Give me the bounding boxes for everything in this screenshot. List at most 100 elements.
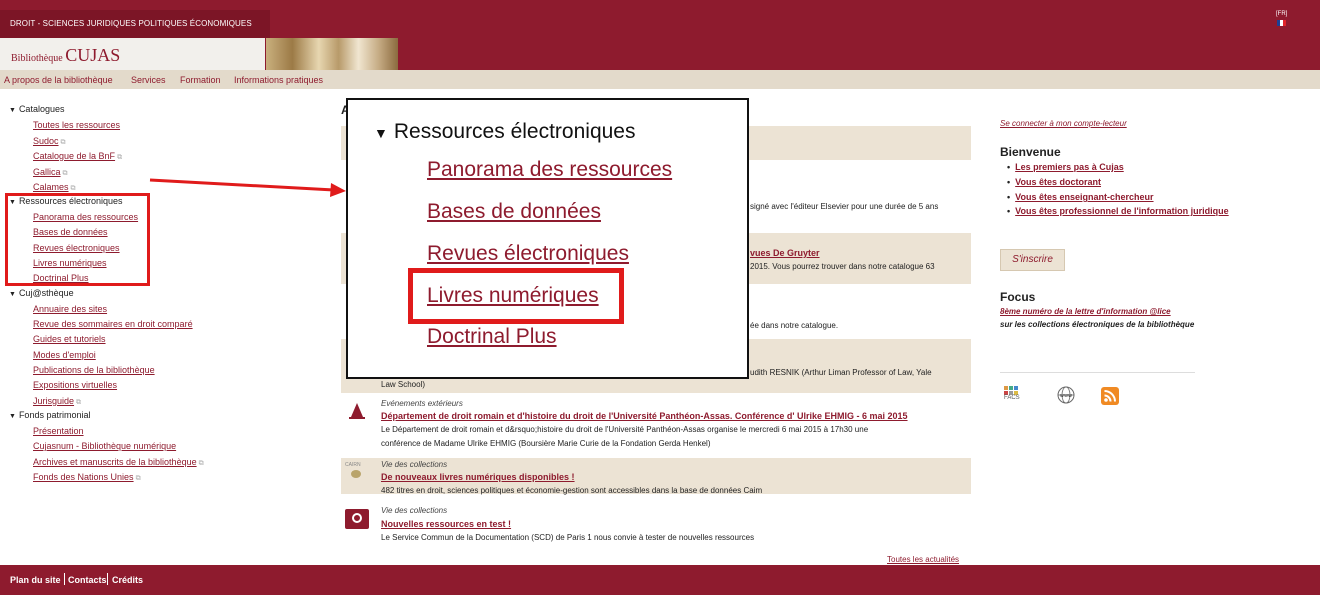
news-category: Vie des collections <box>381 460 448 469</box>
external-link-icon: ⧉ <box>117 154 123 161</box>
zoom-section-title: ▼ Ressources électroniques <box>374 120 635 144</box>
zoom-item-doctrinal[interactable]: Doctrinal Plus <box>427 325 557 349</box>
welcome-item-first-steps[interactable]: Les premiers pas à Cujas <box>1007 162 1124 172</box>
news-title[interactable]: Département de droit romain et d'histoir… <box>381 411 908 421</box>
focus-title: Focus <box>1000 290 1036 304</box>
news-title[interactable]: De nouveaux livres numériques disponible… <box>381 472 575 482</box>
external-link-icon: ⧉ <box>60 139 66 146</box>
zoom-highlight-box <box>408 268 624 324</box>
rss-icon[interactable] <box>1101 387 1119 405</box>
sidebar-item-jurisguide[interactable]: Jurisguide ⧉ <box>33 396 81 407</box>
welcome-title: Bienvenue <box>1000 145 1061 159</box>
sidebar-item-revue-sommaires[interactable]: Revue des sommaires en droit comparé <box>33 319 193 329</box>
sidebar-item-sites[interactable]: Annuaire des sites <box>33 304 107 314</box>
footer-contacts[interactable]: Contacts <box>68 575 107 585</box>
language-switch[interactable]: [FR] <box>1276 11 1287 17</box>
facs-icon[interactable]: FACS <box>1004 386 1020 408</box>
french-flag-icon[interactable] <box>1277 20 1286 26</box>
sidebar-item-modes-emploi[interactable]: Modes d'emploi <box>33 350 96 360</box>
footer-credits[interactable]: Crédits <box>112 575 143 585</box>
sidebar-item-nations-unies[interactable]: Fonds des Nations Unies ⧉ <box>33 472 141 483</box>
news-title[interactable]: Nouvelles ressources en test ! <box>381 519 511 529</box>
footer-divider <box>107 573 108 585</box>
sidebar-item-gallica[interactable]: Gallica ⧉ <box>33 167 68 178</box>
zoom-title-label: Ressources électroniques <box>393 120 636 143</box>
site-footer: Plan du site Contacts Crédits <box>0 565 1320 595</box>
external-link-icon: ⧉ <box>135 475 141 482</box>
footer-sitemap[interactable]: Plan du site <box>10 575 61 585</box>
sidebar-item-jurisguide-label[interactable]: Jurisguide <box>33 396 74 406</box>
university-logo-icon <box>349 403 365 419</box>
cairn-thumbnail: CAIRN <box>345 462 369 482</box>
subscribe-button[interactable]: S'inscrire <box>1000 249 1065 271</box>
sidebar-item-presentation[interactable]: Présentation <box>33 426 84 436</box>
footer-divider <box>64 573 65 585</box>
sidebar-item-gallica-label[interactable]: Gallica <box>33 167 61 177</box>
main-nav: A propos de la bibliothèque Services For… <box>0 70 1320 89</box>
nav-item-training[interactable]: Formation <box>180 75 221 85</box>
sidebar-item-publications[interactable]: Publications de la bibliothèque <box>33 365 155 375</box>
header-books-image <box>266 38 398 70</box>
sidebar-item-nations-unies-label[interactable]: Fonds des Nations Unies <box>33 472 134 482</box>
paris1-logo-icon <box>345 509 369 529</box>
news-fragment: 2015. Vous pourrez trouver dans notre ca… <box>750 262 935 271</box>
section-title: Cuj@sthèque <box>18 288 74 298</box>
nav-item-services[interactable]: Services <box>131 75 166 85</box>
university-banner[interactable]: DROIT - SCIENCES JURIDIQUES POLITIQUES É… <box>0 10 270 38</box>
sidebar-item-archives-label[interactable]: Archives et manuscrits de la bibliothèqu… <box>33 457 197 467</box>
sidebar-item-archives[interactable]: Archives et manuscrits de la bibliothèqu… <box>33 457 204 468</box>
zoom-item-panorama[interactable]: Panorama des ressources <box>427 158 672 182</box>
news-category: Evénements extérieurs <box>381 399 463 408</box>
news-fragment: signé avec l'éditeur Elsevier pour une d… <box>750 202 939 211</box>
sidebar-item-sudoc[interactable]: Sudoc ⧉ <box>33 136 66 147</box>
library-name: CUJAS <box>65 45 121 65</box>
focus-link[interactable]: 8ème numéro de la lettre d'information @… <box>1000 307 1171 316</box>
welcome-item-doctorant[interactable]: Vous êtes doctorant <box>1007 177 1101 187</box>
welcome-item-researcher[interactable]: Vous êtes enseignant-chercheur <box>1007 192 1153 202</box>
sidebar-item-all-resources[interactable]: Toutes les ressources <box>33 120 120 130</box>
news-text: conférence de Madame Ulrike EHMIG (Bours… <box>381 439 711 448</box>
zoom-item-databases[interactable]: Bases de données <box>427 200 601 224</box>
sidebar-section-catalogues[interactable]: ▼ Catalogues <box>9 104 64 114</box>
news-fragment: udith RESNIK (Arthur Liman Professor of … <box>750 368 932 377</box>
section-title: Fonds patrimonial <box>18 410 91 420</box>
sidebar-item-sudoc-label[interactable]: Sudoc <box>33 136 59 146</box>
sidebar-item-guides[interactable]: Guides et tutoriels <box>33 334 106 344</box>
all-news-link[interactable]: Toutes les actualités <box>887 555 959 564</box>
sidebar-item-calames[interactable]: Calames ⧉ <box>33 182 76 193</box>
triangle-down-icon: ▼ <box>374 125 388 141</box>
zoom-item-ejournals[interactable]: Revues électroniques <box>427 242 629 266</box>
nav-item-about[interactable]: A propos de la bibliothèque <box>4 75 113 85</box>
highlight-box <box>5 193 150 286</box>
external-link-icon: ⧉ <box>198 460 204 467</box>
external-link-icon: ⧉ <box>62 170 68 177</box>
news-fragment-title[interactable]: vues De Gruyter <box>750 248 820 258</box>
library-prefix: Bibliothèque <box>11 53 63 64</box>
login-link[interactable]: Se connecter à mon compte-lecteur <box>1000 119 1127 128</box>
cairn-thumb-label: CAIRN <box>345 462 361 468</box>
welcome-item-professional[interactable]: Vous êtes professionnel de l'information… <box>1007 206 1229 216</box>
sidebar-item-cujasnum[interactable]: Cujasnum - Bibliothèque numérique <box>33 441 176 451</box>
site-header: DROIT - SCIENCES JURIDIQUES POLITIQUES É… <box>0 0 1320 70</box>
sidebar-item-bnf[interactable]: Catalogue de la BnF ⧉ <box>33 151 122 162</box>
sidebar-section-patrimoine[interactable]: ▼ Fonds patrimonial <box>9 410 90 420</box>
external-link-icon: ⧉ <box>76 399 82 406</box>
news-text: 482 titres en droit, sciences politiques… <box>381 486 763 495</box>
sidebar-item-bnf-label[interactable]: Catalogue de la BnF <box>33 151 115 161</box>
external-link-icon: ⧉ <box>70 185 76 192</box>
divider <box>1000 372 1195 373</box>
sidebar-section-cujastheque[interactable]: ▼ Cuj@sthèque <box>9 288 74 298</box>
nav-item-practical-info[interactable]: Informations pratiques <box>234 75 323 85</box>
news-category: Vie des collections <box>381 506 448 515</box>
library-logo[interactable]: Bibliothèque CUJAS <box>0 38 265 70</box>
facs-label: FACS <box>1004 395 1020 401</box>
news-fragment: Law School) <box>381 380 426 389</box>
section-title: Catalogues <box>18 104 65 114</box>
news-text: Le Service Commun de la Documentation (S… <box>381 533 755 542</box>
www-globe-icon[interactable]: www <box>1056 385 1076 405</box>
sidebar-item-calames-label[interactable]: Calames <box>33 182 69 192</box>
sidebar-item-expositions[interactable]: Expositions virtuelles <box>33 380 117 390</box>
focus-text: sur les collections électroniques de la … <box>1000 320 1195 329</box>
pointer-arrow <box>149 178 346 197</box>
zoom-callout: ▼ Ressources électroniques Panorama des r… <box>346 98 749 379</box>
